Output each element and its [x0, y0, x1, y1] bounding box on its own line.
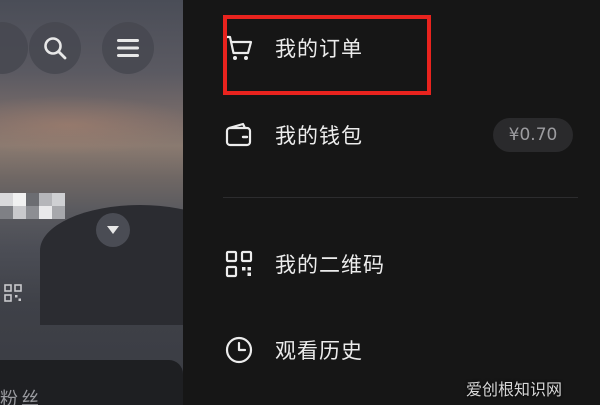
small-qr-button[interactable]	[4, 284, 22, 306]
partial-circle-button[interactable]	[0, 22, 28, 74]
site-watermark: 爱创根知识网	[466, 380, 563, 399]
qr-code-icon	[223, 248, 255, 280]
drawer-item-my-qr-code[interactable]: 我的二维码	[223, 244, 385, 284]
clock-icon	[223, 334, 255, 366]
drawer-item-label: 观看历史	[275, 339, 363, 363]
annotation-highlight-box	[223, 15, 431, 95]
wallet-balance-badge: ¥0.70	[493, 118, 573, 152]
drawer-item-label: 我的钱包	[275, 124, 363, 148]
drawer-item-label: 我的二维码	[275, 253, 385, 277]
sky-glow	[0, 95, 183, 155]
search-button[interactable]	[29, 22, 81, 74]
fans-label: 粉丝	[0, 389, 42, 405]
screen: 粉丝 我的订单 我的钱包 ¥0.70 我的二维码 观看历史 爱创根知识网	[0, 0, 600, 405]
drawer-item-watch-history[interactable]: 观看历史	[223, 330, 363, 370]
menu-divider	[223, 197, 578, 198]
menu-button[interactable]	[102, 22, 154, 74]
triangle-down-icon	[107, 226, 119, 234]
wallet-icon	[223, 119, 255, 151]
account-dropdown-button[interactable]	[96, 213, 130, 247]
profile-background: 粉丝	[0, 0, 183, 405]
small-qr-icon	[4, 284, 22, 302]
search-icon	[44, 37, 67, 60]
menu-icon	[117, 39, 139, 57]
blurred-username	[0, 185, 80, 230]
drawer-item-my-wallet[interactable]: 我的钱包	[223, 115, 363, 155]
